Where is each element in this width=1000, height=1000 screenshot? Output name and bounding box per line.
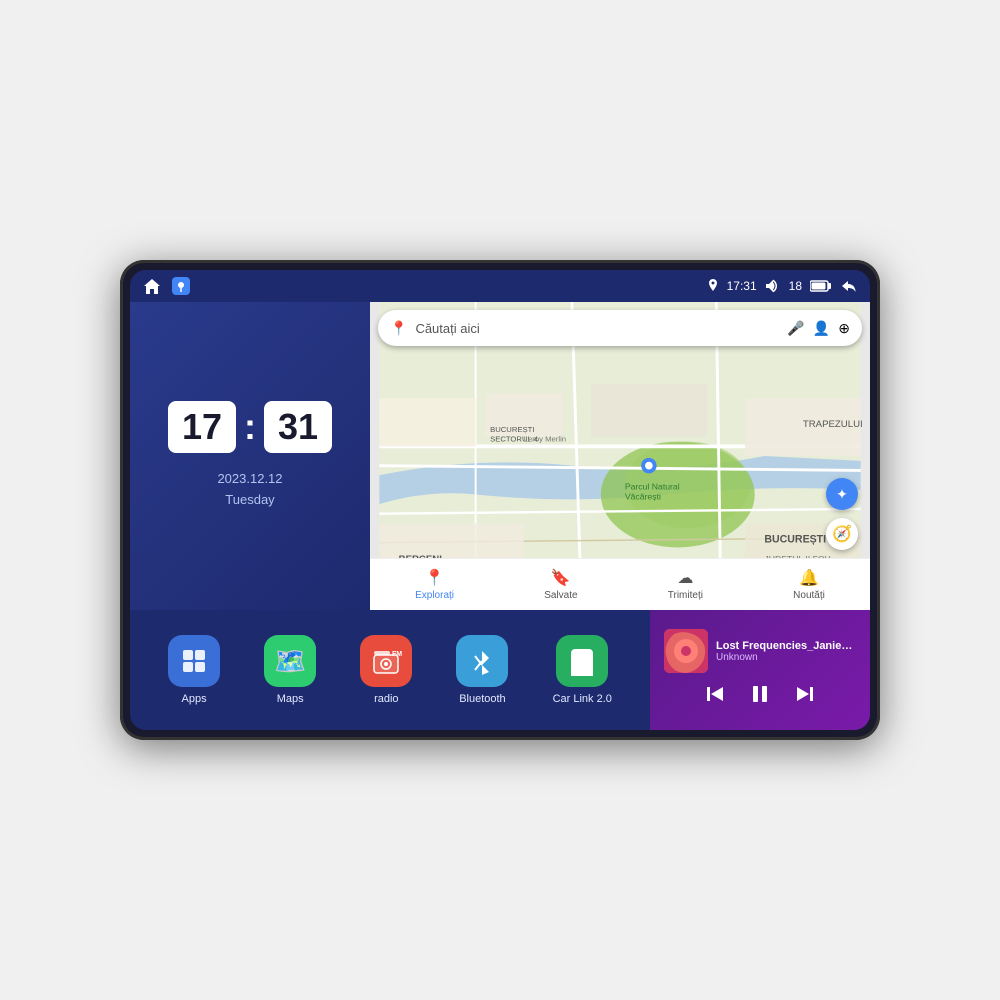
location-icon	[707, 279, 719, 293]
maps-icon: 🗺️	[264, 635, 316, 687]
top-section: 17 : 31 2023.12.12 Tuesday	[130, 302, 870, 610]
map-panel[interactable]: TRAPEZULUI BUCUREȘTI JUDEȚUL ILFOV BERCE…	[370, 302, 870, 610]
map-nav-send[interactable]: ☁ Trimiteți	[668, 568, 703, 601]
svg-text:Parcul Natural: Parcul Natural	[625, 482, 680, 492]
music-panel: Lost Frequencies_Janieck Devy-... Unknow…	[650, 610, 870, 730]
bluetooth-label: Bluetooth	[459, 693, 505, 705]
status-right-info: 17:31 18	[707, 279, 858, 293]
voice-icon[interactable]: 🎤	[787, 320, 804, 337]
back-icon[interactable]	[840, 279, 858, 293]
carlink-label: Car Link 2.0	[553, 693, 612, 705]
svg-text:Văcărești: Văcărești	[625, 491, 661, 501]
map-nav-explore[interactable]: 📍 Explorați	[415, 568, 454, 601]
prev-button[interactable]	[705, 684, 725, 710]
carlink-icon	[556, 635, 608, 687]
maps-app-icon[interactable]	[172, 277, 190, 295]
account-icon[interactable]: 👤	[813, 320, 830, 337]
music-text: Lost Frequencies_Janieck Devy-... Unknow…	[716, 640, 856, 663]
apps-icon	[168, 635, 220, 687]
main-content: 17 : 31 2023.12.12 Tuesday	[130, 302, 870, 730]
explore-icon: 📍	[425, 568, 445, 588]
battery-icon	[810, 280, 832, 292]
map-nav-news[interactable]: 🔔 Noutăți	[793, 568, 825, 601]
clock-minute: 31	[264, 401, 332, 453]
saved-icon: 🔖	[551, 568, 571, 588]
layers-icon[interactable]: ⊕	[838, 320, 850, 337]
status-signal: 18	[789, 279, 802, 293]
device: 17:31 18	[120, 260, 880, 740]
bluetooth-icon	[456, 635, 508, 687]
music-controls	[664, 683, 856, 711]
svg-text:TRAPEZULUI: TRAPEZULUI	[803, 419, 863, 430]
explore-label: Explorați	[415, 590, 454, 601]
screen: 17:31 18	[130, 270, 870, 730]
music-artist: Unknown	[716, 652, 856, 663]
apps-label: Apps	[182, 693, 207, 705]
radio-label: radio	[374, 693, 398, 705]
bottom-section: Apps 🗺️ Maps	[130, 610, 870, 730]
svg-text:BUCUREȘTI: BUCUREȘTI	[490, 425, 534, 434]
map-location-btn[interactable]: ✦	[826, 478, 858, 510]
map-search-text[interactable]: Căutați aici	[415, 321, 779, 336]
map-nav-saved[interactable]: 🔖 Salvate	[544, 568, 577, 601]
map-search-bar[interactable]: 📍 Căutați aici 🎤 👤 ⊕	[378, 310, 862, 346]
app-item-apps[interactable]: Apps	[168, 635, 220, 705]
app-item-bluetooth[interactable]: Bluetooth	[456, 635, 508, 705]
clock-date: 2023.12.12 Tuesday	[217, 469, 282, 511]
news-label: Noutăți	[793, 590, 825, 601]
play-pause-button[interactable]	[749, 683, 771, 711]
send-label: Trimiteți	[668, 590, 703, 601]
app-item-maps[interactable]: 🗺️ Maps	[264, 635, 316, 705]
music-thumbnail	[664, 629, 708, 673]
status-left-icons	[142, 277, 190, 295]
clock-hour: 17	[168, 401, 236, 453]
app-item-carlink[interactable]: Car Link 2.0	[553, 635, 612, 705]
app-item-radio[interactable]: FM radio	[360, 635, 412, 705]
apps-section: Apps 🗺️ Maps	[130, 610, 650, 730]
clock-panel: 17 : 31 2023.12.12 Tuesday	[130, 302, 370, 610]
send-icon: ☁	[677, 568, 693, 588]
status-time: 17:31	[727, 279, 757, 293]
svg-text:Leroy Merlin: Leroy Merlin	[524, 435, 566, 444]
svg-text:FM: FM	[392, 651, 402, 658]
clock-display: 17 : 31	[168, 401, 332, 453]
map-pin-icon: 📍	[390, 320, 407, 337]
maps-label: Maps	[277, 693, 304, 705]
radio-icon: FM	[360, 635, 412, 687]
map-compass-btn[interactable]: 🧭	[826, 518, 858, 550]
map-search-actions: 🎤 👤 ⊕	[787, 320, 850, 337]
svg-text:BUCUREȘTI: BUCUREȘTI	[764, 534, 826, 546]
music-title: Lost Frequencies_Janieck Devy-...	[716, 640, 856, 652]
clock-colon: :	[244, 406, 256, 448]
map-nav-bar: 📍 Explorați 🔖 Salvate ☁ Trimiteți 🔔	[370, 558, 870, 610]
news-icon: 🔔	[799, 568, 819, 588]
saved-label: Salvate	[544, 590, 577, 601]
next-button[interactable]	[795, 684, 815, 710]
volume-icon[interactable]	[765, 279, 781, 293]
home-icon[interactable]	[142, 277, 162, 295]
music-info: Lost Frequencies_Janieck Devy-... Unknow…	[664, 629, 856, 673]
status-bar: 17:31 18	[130, 270, 870, 302]
